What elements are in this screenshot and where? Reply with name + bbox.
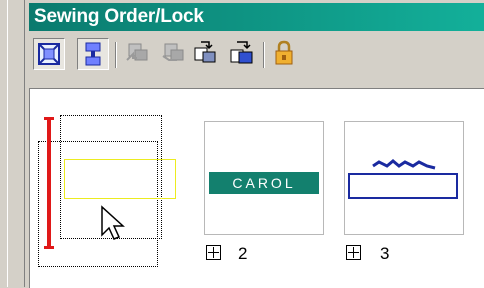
window-left-edge bbox=[0, 0, 24, 287]
toolbar-separator bbox=[115, 42, 117, 68]
expand-icon[interactable] bbox=[346, 245, 361, 260]
sewing-order-panel: Sewing Order/Lock CAROL 2 3 bbox=[24, 0, 484, 288]
carol-pattern: CAROL bbox=[209, 172, 319, 194]
thumbnail-1[interactable] bbox=[38, 115, 176, 267]
move-back-button[interactable] bbox=[159, 38, 191, 70]
forward-icon bbox=[194, 41, 216, 63]
backward-button[interactable] bbox=[227, 38, 259, 70]
thumbnail-number: 2 bbox=[238, 244, 248, 263]
mouse-cursor-icon bbox=[101, 205, 125, 240]
thumbnail-3[interactable] bbox=[344, 121, 464, 235]
move-front-button[interactable] bbox=[123, 38, 155, 70]
move-back-icon bbox=[162, 43, 184, 61]
expand-icon[interactable] bbox=[206, 245, 221, 260]
embroidery-pattern-outline bbox=[64, 159, 176, 199]
embroidery-pattern bbox=[348, 159, 458, 199]
thumbnail-2[interactable]: CAROL bbox=[204, 121, 324, 235]
window-title: Sewing Order/Lock bbox=[34, 6, 204, 27]
thumbnail-number: 3 bbox=[380, 244, 390, 263]
lock-icon bbox=[275, 40, 293, 65]
select-order-icon bbox=[85, 42, 101, 66]
move-front-icon bbox=[126, 43, 148, 61]
sewing-order-canvas[interactable]: CAROL 2 3 bbox=[29, 88, 484, 288]
select-order-button[interactable] bbox=[77, 38, 109, 70]
title-bar[interactable]: Sewing Order/Lock bbox=[29, 3, 484, 31]
fit-view-icon bbox=[38, 43, 60, 65]
toolbar-separator bbox=[263, 42, 265, 68]
selection-marker bbox=[44, 117, 54, 249]
backward-icon bbox=[230, 41, 253, 64]
fit-view-button[interactable] bbox=[33, 38, 65, 70]
forward-button[interactable] bbox=[191, 38, 223, 70]
lock-button[interactable] bbox=[269, 38, 301, 70]
toolbar bbox=[33, 38, 453, 74]
carol-label: CAROL bbox=[232, 175, 296, 191]
